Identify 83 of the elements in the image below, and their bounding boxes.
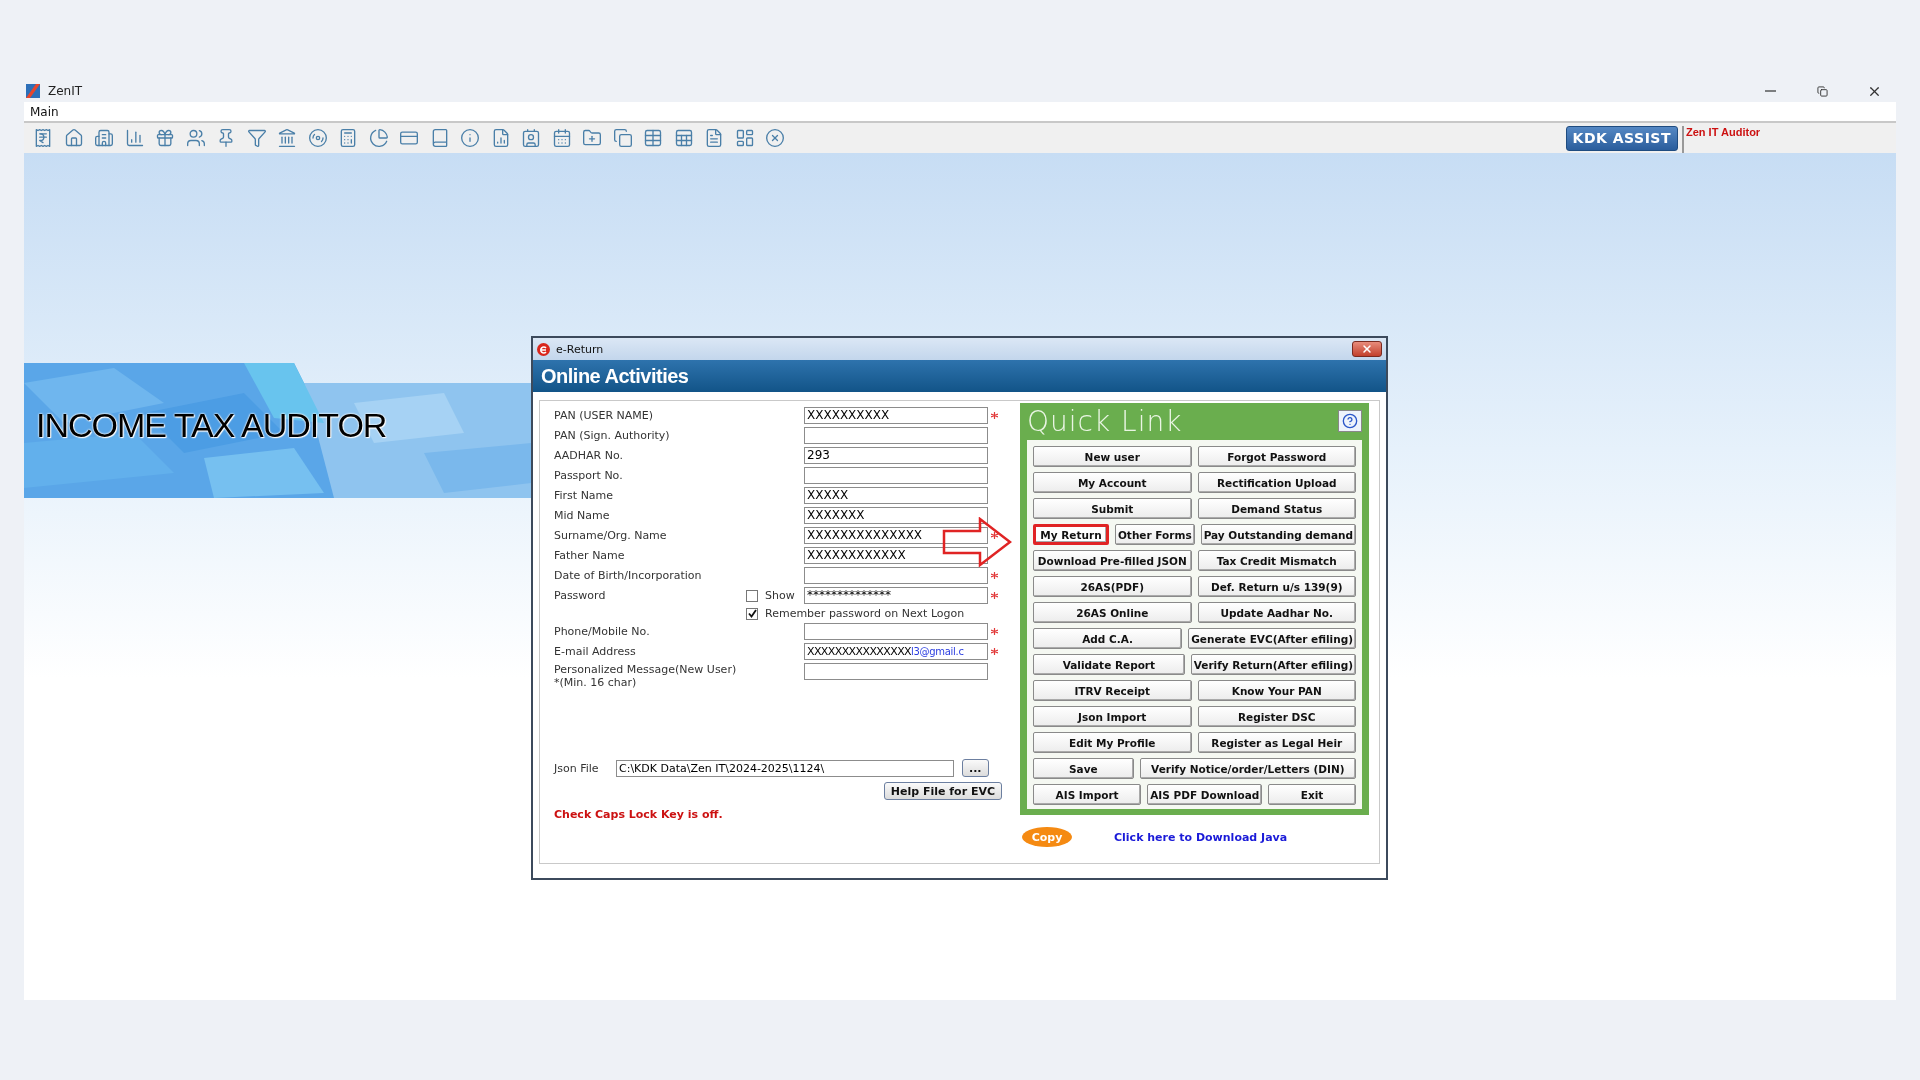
quick-link-button[interactable]: Download Pre-filled JSON xyxy=(1033,550,1192,571)
app-logo-icon xyxy=(26,84,40,98)
quick-link-title: Quick Link xyxy=(1027,404,1183,438)
input-field[interactable]: XXXXX xyxy=(804,487,988,504)
quick-link-button[interactable]: AIS Import xyxy=(1033,784,1142,805)
quick-link-button[interactable]: My Return xyxy=(1033,524,1109,545)
quick-link-button[interactable]: 26AS(PDF) xyxy=(1033,576,1192,597)
field-label: Personalized Message(New User) *(Min. 16 char) xyxy=(554,663,738,689)
quick-link-button[interactable]: Forgot Password xyxy=(1197,446,1356,467)
field-label: PAN (USER NAME) xyxy=(554,409,655,422)
quick-link-button[interactable]: Demand Status xyxy=(1197,498,1356,519)
input-field[interactable]: XXXXXXXXXXXX xyxy=(804,547,988,564)
checkbox[interactable] xyxy=(746,589,758,602)
download-java-link[interactable]: Click here to Download Java xyxy=(1114,830,1288,844)
input-field[interactable] xyxy=(804,467,988,484)
caps-lock-warning: Check Caps Lock Key is off. xyxy=(554,808,724,821)
help-button[interactable] xyxy=(1338,410,1362,432)
quick-link-button[interactable]: Submit xyxy=(1033,498,1192,519)
field-label: Password xyxy=(554,589,607,602)
quick-link-button[interactable]: Register as Legal Heir xyxy=(1197,732,1356,753)
input-field[interactable]: XXXXXXXXXX xyxy=(804,407,988,424)
field-label: Phone/Mobile No. xyxy=(554,625,651,638)
quick-link-button[interactable]: Rectification Upload xyxy=(1197,472,1356,493)
close-icon xyxy=(1361,343,1373,355)
input-field[interactable] xyxy=(804,623,988,640)
field-label: Surname/Org. Name xyxy=(554,529,668,542)
field-label: Date of Birth/Incorporation xyxy=(554,569,703,582)
field-label: First Name xyxy=(554,489,615,502)
input-field[interactable] xyxy=(804,663,988,680)
field-label: Mid Name xyxy=(554,509,611,522)
quick-link-button[interactable]: Exit xyxy=(1268,784,1356,805)
quick-link-button[interactable]: New user xyxy=(1033,446,1192,467)
quick-link-button[interactable]: Def. Return u/s 139(9) xyxy=(1197,576,1356,597)
quick-link-button[interactable]: Register DSC xyxy=(1197,706,1356,727)
field-label: AADHAR No. xyxy=(554,449,625,462)
quick-link-button[interactable]: Generate EVC(After efiling) xyxy=(1188,628,1356,649)
menu-item[interactable]: Main xyxy=(30,104,59,119)
checkbox-label: Remember password on Next Logon xyxy=(765,607,965,620)
kdk-assist-button[interactable]: KDK ASSIST xyxy=(1565,125,1678,151)
quick-link-button[interactable]: Edit My Profile xyxy=(1033,732,1192,753)
window-title: ZenIT xyxy=(48,84,83,98)
app-logo-icon xyxy=(537,342,550,356)
field-label: E-mail Address xyxy=(554,645,637,658)
quick-link-button[interactable]: Pay Outstanding demand xyxy=(1200,524,1356,545)
dialog-title: e-Return xyxy=(556,342,604,356)
quick-link-button[interactable]: AIS PDF Download xyxy=(1147,784,1263,805)
arrow-icon xyxy=(942,517,1012,567)
field-label: Json File xyxy=(554,761,600,775)
dialog-header: Online Activities xyxy=(541,364,689,388)
browse-button[interactable]: ... xyxy=(962,759,989,777)
quick-link-button[interactable]: Know Your PAN xyxy=(1197,680,1356,701)
field-label: Father Name xyxy=(554,549,626,562)
quick-link-button[interactable]: Verify Return(After efiling) xyxy=(1190,654,1356,675)
input-field[interactable]: 293 xyxy=(804,447,988,464)
quick-link-button[interactable]: ITRV Receipt xyxy=(1033,680,1192,701)
password-field[interactable]: ************** xyxy=(804,587,988,604)
quick-link-button[interactable]: Tax Credit Mismatch xyxy=(1197,550,1356,571)
quick-link-button[interactable]: Save xyxy=(1033,758,1134,779)
quick-link-button[interactable]: Json Import xyxy=(1033,706,1192,727)
quick-link-button[interactable]: Verify Notice/order/Letters (DIN) xyxy=(1139,758,1356,779)
restore-icon xyxy=(1816,85,1828,97)
remember-checkbox[interactable]: Remember password on Next Logon xyxy=(746,607,1002,620)
input-field[interactable]: XXXXXXXXXXXXXXXl3@gmail.c xyxy=(804,643,988,660)
show-checkbox[interactable]: Show xyxy=(746,589,804,602)
checkbox[interactable] xyxy=(746,607,758,620)
input-field[interactable] xyxy=(804,427,988,444)
minimize-icon xyxy=(1764,90,1776,92)
quick-link-button[interactable]: Update Aadhar No. xyxy=(1197,602,1356,623)
banner-title: INCOME TAX AUDITOR xyxy=(36,406,387,445)
quick-link-button[interactable]: Other Forms xyxy=(1114,524,1195,545)
field-label: PAN (Sign. Authority) xyxy=(554,429,671,442)
checkbox-label: Show xyxy=(765,589,795,602)
input-field[interactable] xyxy=(804,567,988,584)
json-file-field[interactable]: C:\KDK Data\Zen IT\2024-2025\1124\ xyxy=(616,759,954,777)
field-label: Passport No. xyxy=(554,469,624,482)
quick-link-button[interactable]: My Account xyxy=(1033,472,1192,493)
input-field[interactable]: XXXXXXX xyxy=(804,507,988,524)
quick-link-button[interactable]: 26AS Online xyxy=(1033,602,1192,623)
help-file-button[interactable]: Help File for EVC xyxy=(883,782,1002,800)
quick-link-button[interactable]: Add C.A. xyxy=(1033,628,1183,649)
quick-link-button[interactable]: Validate Report xyxy=(1033,654,1185,675)
close-button[interactable] xyxy=(1352,341,1382,357)
input-field[interactable]: XXXXXXXXXXXXXX xyxy=(804,527,988,544)
